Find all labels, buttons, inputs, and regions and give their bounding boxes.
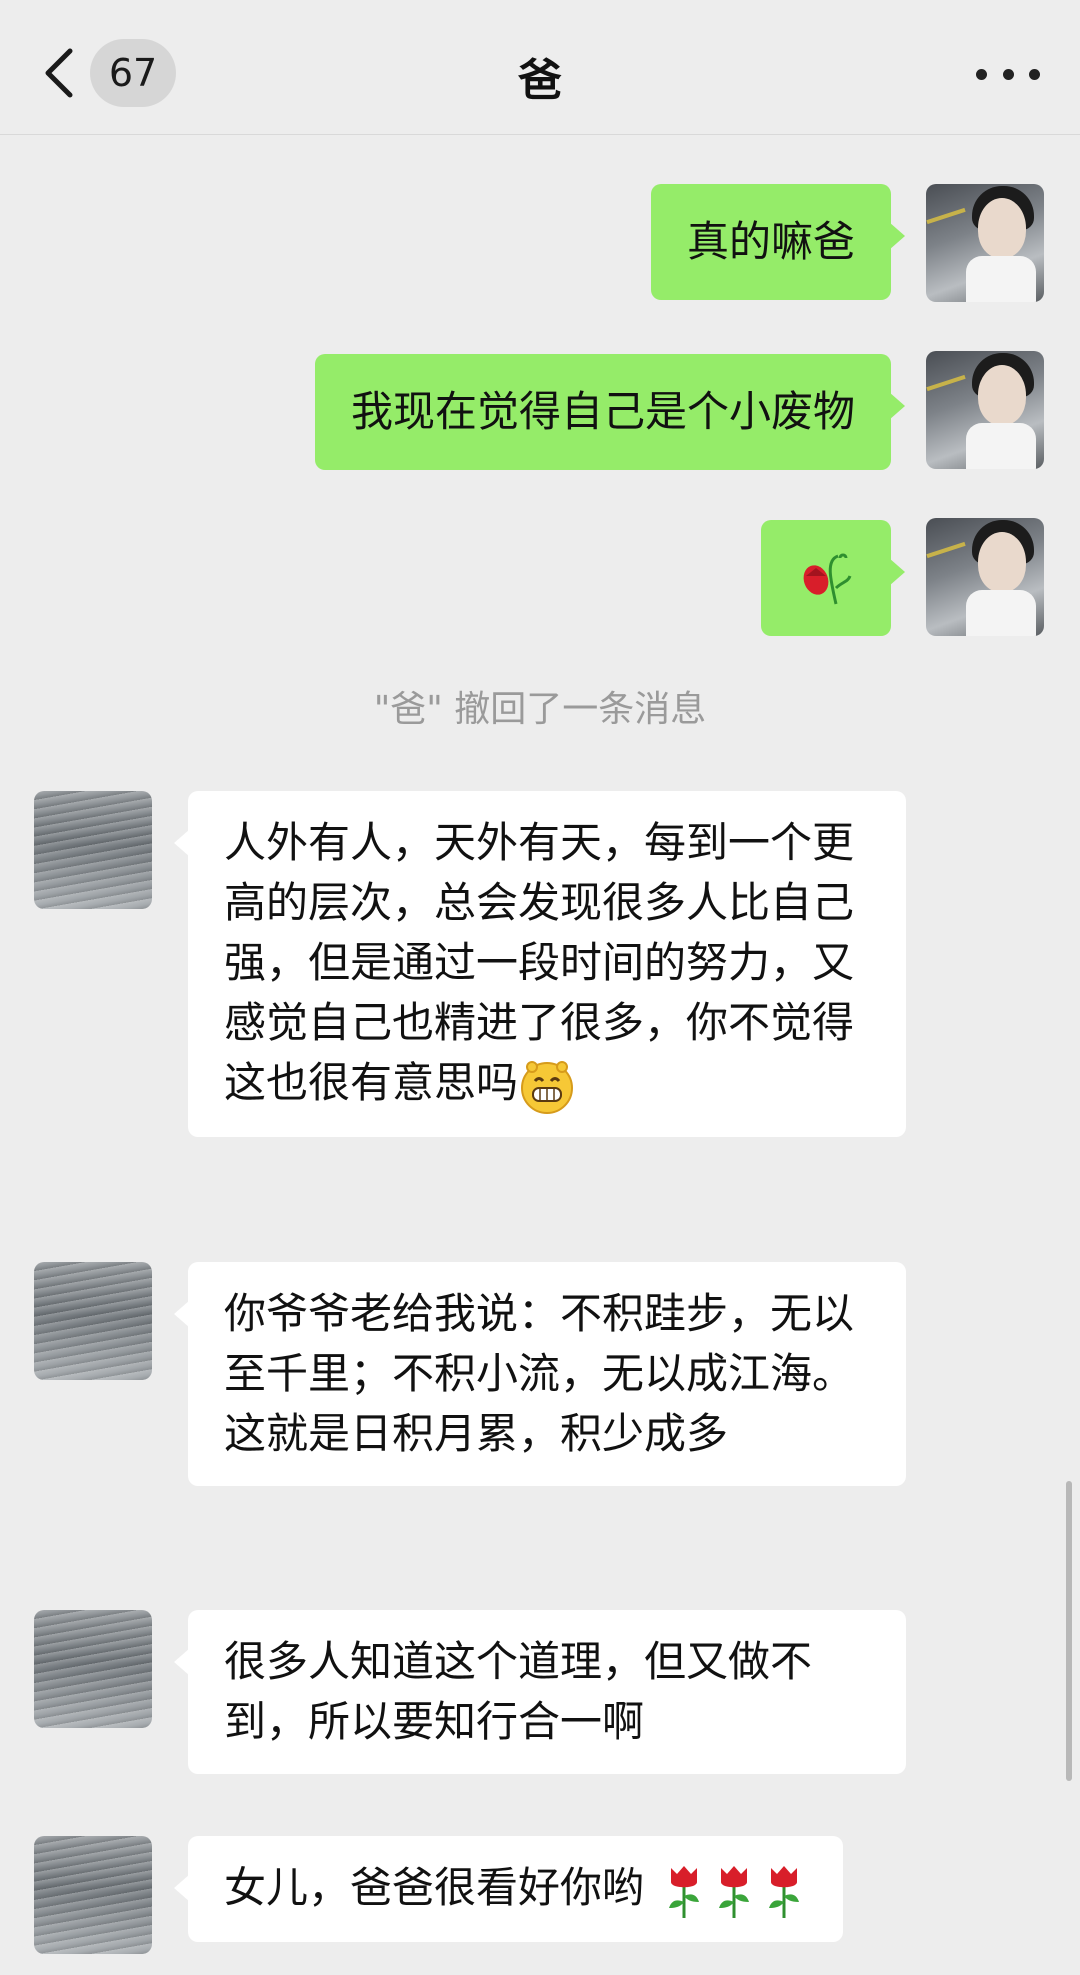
message-bubble-outgoing[interactable]: 我现在觉得自己是个小废物 [314,354,906,470]
message-text: 女儿，爸爸很看好你哟 [224,1863,645,1912]
rose-emoji [669,1865,700,1918]
message-bubble-incoming[interactable]: 你爷爷老给我说：不积跬步，无以至千里；不积小流，无以成江海。这就是日积月累，积少… [174,1262,906,1486]
chat-header: 67 爸 [0,0,1080,135]
message-bubble-incoming[interactable]: 很多人知道这个道理，但又做不到，所以要知行合一啊 [174,1610,906,1774]
dad-avatar[interactable] [34,1836,152,1954]
unread-count-badge: 67 [90,39,176,107]
scrollbar[interactable] [1066,1481,1072,1781]
message-bubble-outgoing[interactable] [761,520,905,636]
message-bubble-incoming[interactable]: 女儿，爸爸很看好你哟 [173,1836,844,1942]
dad-avatar[interactable] [34,1610,152,1728]
recall-notice: "爸" 撤回了一条消息 [373,689,707,730]
message-text: 你爷爷老给我说：不积跬步，无以至千里；不积小流，无以成江海。这就是日积月累，积少… [224,1289,855,1458]
my-avatar[interactable] [926,518,1044,636]
dad-avatar[interactable] [34,1262,152,1380]
wilted-flower-emoji [803,553,852,605]
rose-emoji [719,1865,750,1918]
message-bubble-incoming[interactable]: 人外有人，天外有天，每到一个更高的层次，总会发现很多人比自己强，但是通过一段时间… [174,791,906,1137]
more-dot [1029,68,1040,80]
rose-emoji-group [657,1863,807,1918]
more-dots-icon [976,68,987,80]
message-list[interactable]: 真的嘛爸 我现在觉得自己是个小废物 "爸" 撤回了一条消息 人外有人，天外有天，… [0,136,1080,1975]
dad-avatar[interactable] [34,791,152,909]
chat-title: 爸 [518,55,562,106]
more-button[interactable] [976,56,1040,92]
message-text: 真的嘛爸 [686,217,855,266]
message-text: 很多人知道这个道理，但又做不到，所以要知行合一啊 [224,1637,813,1746]
message-text: 我现在觉得自己是个小废物 [350,387,855,436]
my-avatar[interactable] [926,184,1044,302]
rose-emoji [769,1865,800,1918]
grin-emoji [521,1060,574,1114]
my-avatar[interactable] [926,351,1044,469]
back-button[interactable]: 67 [40,38,180,108]
message-bubble-outgoing[interactable]: 真的嘛爸 [650,184,906,300]
chevron-left-icon [45,48,73,98]
more-dot [1002,68,1014,80]
